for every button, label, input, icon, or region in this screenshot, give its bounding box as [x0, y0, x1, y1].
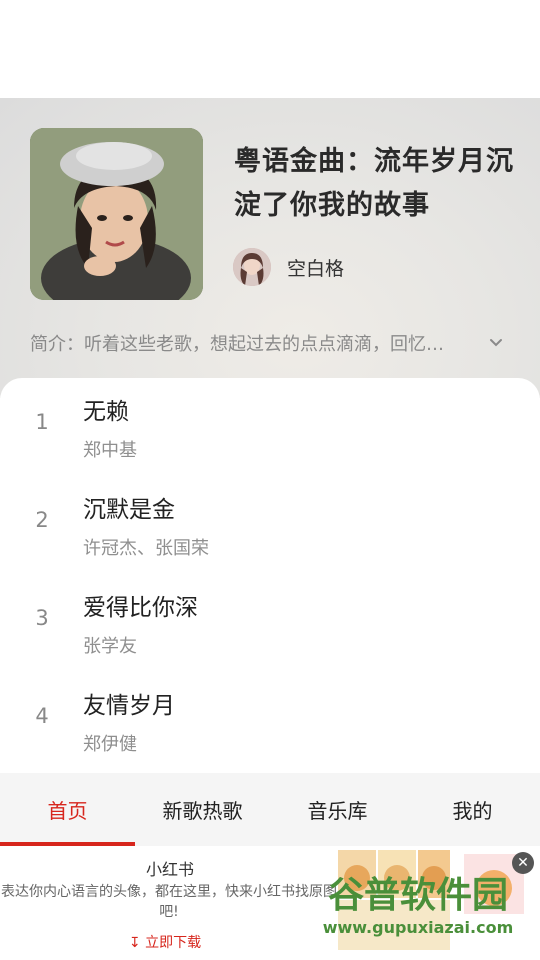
playlist-header: 粤语金曲：流年岁月沉淀了你我的故事 空白格 简介：听着这些老歌，想起过去的点点滴…	[0, 98, 540, 398]
playlist-intro[interactable]: 简介：听着这些老歌，想起过去的点点滴滴，回忆…	[30, 330, 510, 356]
song-title[interactable]: 无赖	[83, 392, 129, 426]
ad-title[interactable]: 小红书	[0, 856, 340, 880]
watermark: 谷普软件园 www.gupuxiazai.com	[296, 866, 540, 960]
song-row[interactable]: 3 爱得比你深 张学友	[0, 574, 540, 672]
song-artist[interactable]: 张学友	[83, 632, 137, 658]
ad-download-label: 立即下载	[145, 935, 202, 951]
status-bar-area	[0, 0, 540, 98]
song-artist[interactable]: 郑中基	[83, 436, 137, 462]
tab-home[interactable]: 首页	[0, 773, 135, 846]
playlist-title: 粤语金曲：流年岁月沉淀了你我的故事	[234, 146, 514, 221]
tab-music-library[interactable]: 音乐库	[270, 773, 405, 846]
playlist-creator[interactable]: 空白格	[233, 248, 344, 286]
download-icon: ↧	[128, 935, 141, 951]
song-index: 4	[35, 704, 49, 728]
song-row[interactable]: 2 沉默是金 许冠杰、张国荣	[0, 476, 540, 574]
intro-text[interactable]: 简介：听着这些老歌，想起过去的点点滴滴，回忆…	[30, 330, 480, 356]
watermark-title: 谷普软件园	[327, 875, 508, 916]
song-title[interactable]: 友情岁月	[83, 686, 175, 720]
song-index: 3	[35, 606, 49, 630]
playlist-cover-image[interactable]	[30, 128, 203, 300]
song-list: 1 无赖 郑中基 2 沉默是金 许冠杰、张国荣 3 爱得比你深 张学友 4 友情…	[0, 378, 540, 773]
creator-name[interactable]: 空白格	[287, 254, 344, 281]
song-title[interactable]: 沉默是金	[83, 490, 175, 524]
ad-download-button[interactable]: ↧ 立即下载	[0, 932, 330, 952]
tab-new-hot-songs[interactable]: 新歌热歌	[135, 773, 270, 846]
song-artist[interactable]: 郑伊健	[83, 730, 137, 756]
song-title[interactable]: 爱得比你深	[83, 588, 198, 622]
avatar[interactable]	[233, 248, 271, 286]
song-artist[interactable]: 许冠杰、张国荣	[83, 534, 209, 560]
song-row[interactable]: 4 友情岁月 郑伊健	[0, 672, 540, 770]
ad-description[interactable]: 表达你内心语言的头像，都在这里，快来小红书找原图吧!	[0, 882, 338, 922]
bottom-tab-bar: 首页 新歌热歌 音乐库 我的	[0, 773, 540, 846]
chevron-down-icon[interactable]	[488, 335, 504, 351]
watermark-url: www.gupuxiazai.com	[322, 918, 514, 937]
song-index: 1	[35, 410, 49, 434]
song-index: 2	[35, 508, 49, 532]
song-row[interactable]: 1 无赖 郑中基	[0, 378, 540, 476]
tab-mine[interactable]: 我的	[405, 773, 540, 846]
